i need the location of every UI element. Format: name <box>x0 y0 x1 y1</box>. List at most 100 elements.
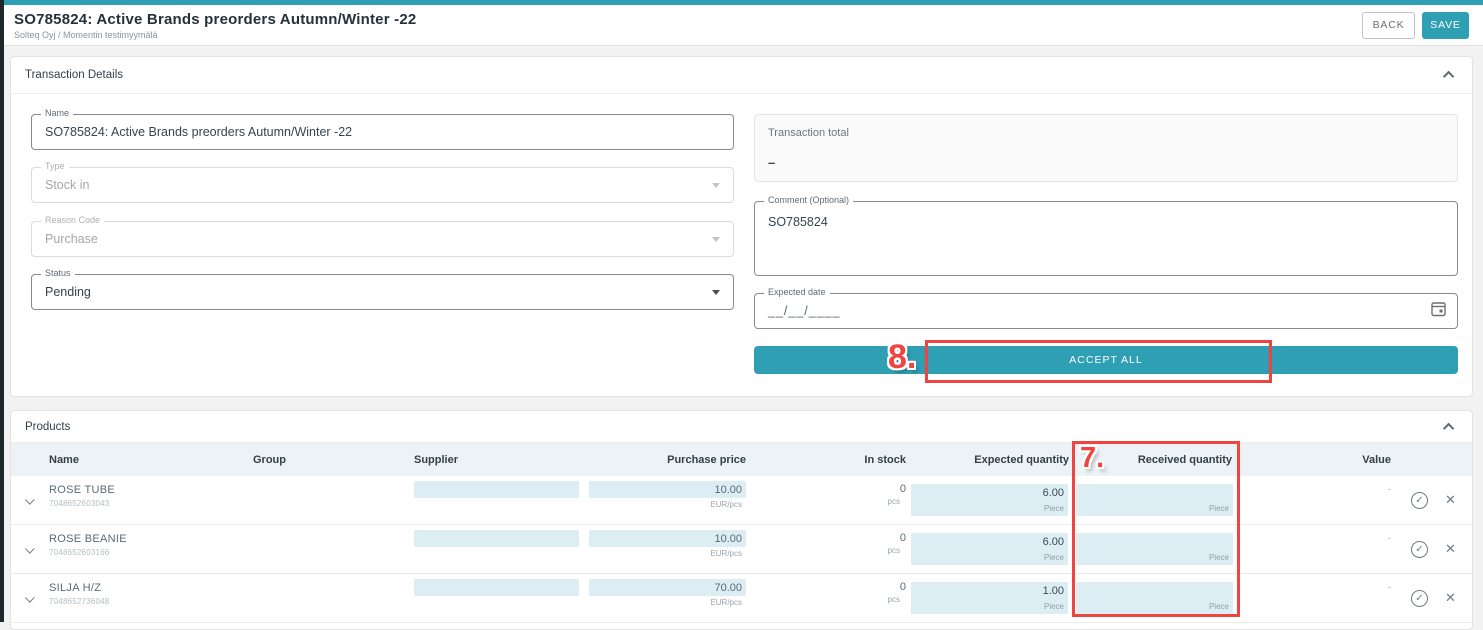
transaction-details-header: Transaction Details <box>11 57 1472 94</box>
received-quantity-input[interactable]: Piece <box>1076 533 1233 565</box>
type-select[interactable]: Type Stock in <box>31 167 734 203</box>
status-select[interactable]: Status Pending <box>31 274 734 310</box>
chevron-up-icon[interactable] <box>1443 422 1454 433</box>
received-quantity-unit: Piece <box>1209 602 1229 611</box>
supplier-input[interactable] <box>414 579 579 596</box>
accept-row-icon[interactable]: ✓ <box>1411 541 1428 558</box>
value-cell: - <box>1236 525 1401 573</box>
value-cell: - <box>1236 476 1401 524</box>
status-select-value: Pending <box>45 285 91 299</box>
remove-row-icon[interactable]: ✕ <box>1445 541 1456 557</box>
transaction-details-card: Transaction Details Name SO785824: Activ… <box>10 56 1473 397</box>
remove-row-icon[interactable]: ✕ <box>1445 590 1456 606</box>
purchase-price-input[interactable]: 10.00 <box>589 530 746 547</box>
expand-row-icon[interactable] <box>24 494 34 504</box>
supplier-input[interactable] <box>414 481 579 498</box>
transaction-total-label: Transaction total <box>768 127 849 139</box>
page-title: SO785824: Active Brands preorders Autumn… <box>14 11 416 28</box>
save-button[interactable]: SAVE <box>1422 12 1469 39</box>
expected-quantity-input[interactable]: 6.00 Piece <box>911 484 1068 516</box>
status-select-label: Status <box>41 269 75 279</box>
expected-date-label: Expected date <box>764 288 830 298</box>
col-header-received-quantity: Received quantity <box>1071 454 1236 466</box>
col-header-name: Name <box>49 454 241 466</box>
received-quantity-input[interactable]: Piece <box>1076 484 1233 516</box>
left-edge-strip <box>0 0 4 622</box>
expected-quantity-value: 1.00 <box>1043 585 1064 597</box>
received-quantity-input[interactable]: Piece <box>1076 582 1233 614</box>
value-cell: - <box>1236 574 1401 622</box>
group-cell <box>241 574 406 622</box>
product-name: ROSE BEANIE <box>49 533 241 545</box>
product-code: 7048652603166 <box>49 548 241 557</box>
app-header: SO785824: Active Brands preorders Autumn… <box>4 5 1483 46</box>
section-title: Transaction Details <box>25 69 123 81</box>
back-button[interactable]: BACK <box>1362 12 1415 39</box>
expand-row-icon[interactable] <box>24 592 34 602</box>
accept-all-button[interactable]: ACCEPT ALL <box>754 346 1458 374</box>
in-stock-unit: pcs <box>888 497 900 506</box>
expected-quantity-value: 6.00 <box>1043 487 1064 499</box>
received-quantity-unit: Piece <box>1209 504 1229 513</box>
name-field[interactable]: Name SO785824: Active Brands preorders A… <box>31 114 734 150</box>
col-header-in-stock: In stock <box>748 454 908 466</box>
expected-quantity-value: 6.00 <box>1043 536 1064 548</box>
col-header-value: Value <box>1236 454 1401 466</box>
table-row: ROSE BEANIE 7048652603166 10.00 EUR/pcs … <box>11 525 1472 574</box>
price-unit: EUR/pcs <box>710 500 742 509</box>
chevron-up-icon[interactable] <box>1443 71 1454 82</box>
col-header-supplier: Supplier <box>406 454 581 466</box>
transaction-total-value: – <box>768 155 775 170</box>
reason-code-select[interactable]: Reason Code Purchase <box>31 221 734 257</box>
caret-down-icon <box>712 290 720 295</box>
expected-quantity-unit: Piece <box>1044 602 1064 611</box>
page: SO785824: Active Brands preorders Autumn… <box>0 0 1483 622</box>
name-field-label: Name <box>41 109 73 119</box>
in-stock-value: 0 <box>900 532 906 544</box>
products-card: Products Name Group Supplier Purchase pr… <box>10 410 1473 630</box>
remove-row-icon[interactable]: ✕ <box>1445 492 1456 508</box>
caret-down-icon <box>712 183 720 188</box>
purchase-price-input[interactable]: 10.00 <box>589 481 746 498</box>
col-header-group: Group <box>241 454 406 466</box>
product-code: 7048652603043 <box>49 499 241 508</box>
comment-field[interactable]: Comment (Optional) SO785824 <box>754 201 1458 276</box>
accept-row-icon[interactable]: ✓ <box>1411 590 1428 607</box>
name-field-value: SO785824: Active Brands preorders Autumn… <box>45 125 352 139</box>
expand-row-icon[interactable] <box>24 543 34 553</box>
header-buttons: BACK SAVE <box>1362 12 1469 39</box>
product-name: SILJA H/Z <box>49 582 241 594</box>
expected-date-field[interactable]: Expected date __/__/____ <box>754 293 1458 329</box>
section-title: Products <box>25 421 70 433</box>
title-block: SO785824: Active Brands preorders Autumn… <box>14 11 416 40</box>
type-select-value: Stock in <box>45 178 89 192</box>
type-select-label: Type <box>41 162 69 172</box>
calendar-icon[interactable] <box>1431 301 1446 322</box>
table-row: SILJA H/Z 7048652736048 70.00 EUR/pcs 0 … <box>11 574 1472 623</box>
received-quantity-unit: Piece <box>1209 553 1229 562</box>
accept-row-icon[interactable]: ✓ <box>1411 492 1428 509</box>
expected-quantity-unit: Piece <box>1044 504 1064 513</box>
expected-quantity-unit: Piece <box>1044 553 1064 562</box>
in-stock-unit: pcs <box>888 546 900 555</box>
in-stock-value: 0 <box>900 581 906 593</box>
product-name: ROSE TUBE <box>49 484 241 496</box>
group-cell <box>241 476 406 524</box>
price-unit: EUR/pcs <box>710 598 742 607</box>
expected-quantity-input[interactable]: 1.00 Piece <box>911 582 1068 614</box>
comment-field-label: Comment (Optional) <box>764 196 853 206</box>
products-table-header: Name Group Supplier Purchase price In st… <box>11 443 1472 476</box>
col-header-purchase-price: Purchase price <box>581 454 748 466</box>
expected-date-value: __/__/____ <box>768 304 841 318</box>
reason-code-value: Purchase <box>45 232 98 246</box>
col-header-expected-quantity: Expected quantity <box>908 454 1071 466</box>
table-row: ROSE TUBE 7048652603043 10.00 EUR/pcs 0 … <box>11 476 1472 525</box>
products-header: Products <box>11 411 1472 443</box>
purchase-price-input[interactable]: 70.00 <box>589 579 746 596</box>
price-unit: EUR/pcs <box>710 549 742 558</box>
top-accent-bar <box>0 0 1483 5</box>
product-code: 7048652736048 <box>49 597 241 606</box>
comment-field-value: SO785824 <box>768 215 828 229</box>
supplier-input[interactable] <box>414 530 579 547</box>
expected-quantity-input[interactable]: 6.00 Piece <box>911 533 1068 565</box>
